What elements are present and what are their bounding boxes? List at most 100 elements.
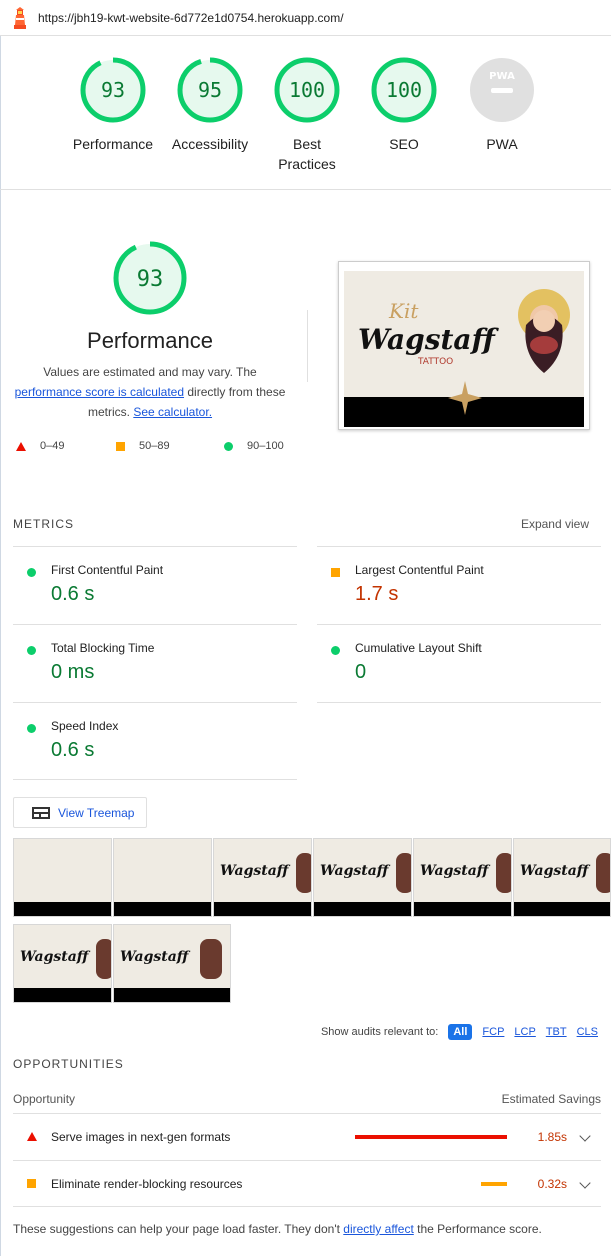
frame-band	[314, 902, 411, 916]
filmstrip-frame: Wagstaff	[213, 838, 312, 917]
gauge-label: SEO	[389, 136, 419, 152]
treemap-label: View Treemap	[58, 805, 135, 820]
performance-ring: 93	[113, 241, 187, 315]
filmstrip-frame	[113, 838, 212, 917]
star-icon	[448, 381, 482, 415]
filmstrip-frame: Wagstaff	[513, 838, 611, 917]
filter-chip-fcp[interactable]: FCP	[482, 1026, 504, 1038]
frame-portrait	[96, 939, 111, 979]
frame-band	[14, 902, 111, 916]
filter-chip-all[interactable]: All	[448, 1024, 473, 1040]
audit-filter: Show audits relevant to: All FCP LCP TBT…	[321, 1024, 598, 1040]
portrait-illustration	[518, 289, 570, 373]
filmstrip-frame: Wagstaff	[413, 838, 512, 917]
circle-icon	[27, 646, 36, 655]
circle-icon	[27, 568, 36, 577]
page-url[interactable]: https://jbh19-kwt-website-6d772e1d0754.h…	[38, 11, 344, 25]
filter-chip-cls[interactable]: CLS	[577, 1026, 598, 1038]
url-bar: https://jbh19-kwt-website-6d772e1d0754.h…	[0, 0, 611, 36]
treemap-icon	[32, 806, 50, 819]
gauge-best-practices[interactable]: 100 Best Practices	[257, 56, 357, 174]
metric-name: Speed Index	[51, 719, 119, 733]
performance-title: Performance	[87, 328, 213, 353]
savings-value: 1.85s	[537, 1130, 567, 1144]
gauge-pwa[interactable]: PWA PWA	[452, 56, 552, 154]
metric-fcp: First Contentful Paint 0.6 s	[13, 546, 297, 624]
frame-band	[14, 988, 111, 1002]
metric-value: 0.6 s	[51, 739, 95, 761]
filmstrip-frame: Wagstaff	[313, 838, 412, 917]
triangle-icon	[27, 1132, 37, 1141]
screenshot-tattoo: TATTOO	[418, 357, 454, 367]
frame-band	[114, 988, 230, 1002]
metric-cls: Cumulative Layout Shift 0	[317, 624, 601, 702]
opportunity-row[interactable]: Serve images in next-gen formats 1.85s	[13, 1113, 601, 1160]
gauge-accessibility[interactable]: 95 Accessibility	[160, 56, 260, 154]
opportunity-name: Eliminate render-blocking resources	[51, 1177, 243, 1191]
filmstrip-frame: Wagstaff	[113, 924, 231, 1003]
chevron-down-icon[interactable]	[579, 1130, 591, 1142]
frame-band	[514, 902, 610, 916]
opportunity-name: Serve images in next-gen formats	[51, 1130, 231, 1144]
legend-label: 90–100	[247, 440, 284, 452]
chevron-down-icon[interactable]	[579, 1177, 591, 1189]
filmstrip-frame	[13, 838, 112, 917]
filter-chip-lcp[interactable]: LCP	[514, 1026, 535, 1038]
opportunities-header: Opportunity Estimated Savings	[13, 1092, 601, 1106]
metric-tbt: Total Blocking Time 0 ms	[13, 624, 297, 702]
frame-logo: Wagstaff	[20, 949, 89, 965]
circle-icon	[331, 646, 340, 655]
expand-view-toggle[interactable]: Expand view	[521, 517, 589, 531]
desc-text: metrics.	[87, 405, 130, 419]
desc-text: Values are estimated and may vary. The	[43, 365, 257, 379]
gauge-performance[interactable]: 93 Performance	[63, 56, 163, 154]
see-calculator-link[interactable]: See calculator.	[133, 405, 212, 419]
filmstrip-frame: Wagstaff	[13, 924, 112, 1003]
gauge-label: PWA	[486, 136, 518, 152]
screenshot-kit: Kit	[389, 299, 419, 323]
opportunities-footnote: These suggestions can help your page loa…	[13, 1222, 542, 1236]
category-gauges: 93 Performance 95 Accessibility 100 Best…	[0, 36, 611, 190]
metrics-heading: METRICS	[13, 517, 74, 531]
gauge-best-practices-ring: 100	[274, 57, 340, 123]
opportunities-heading: OPPORTUNITIES	[13, 1057, 124, 1071]
square-icon	[27, 1179, 36, 1188]
legend-label: 0–49	[40, 440, 65, 452]
performance-score-gauge: 93	[100, 236, 200, 325]
metric-name: Cumulative Layout Shift	[355, 641, 482, 655]
col-estimated-savings: Estimated Savings	[501, 1092, 601, 1106]
savings-value: 0.32s	[537, 1177, 567, 1191]
frame-logo: Wagstaff	[320, 863, 389, 879]
divider	[307, 310, 308, 382]
frame-portrait	[296, 853, 311, 893]
frame-portrait	[396, 853, 411, 893]
frame-portrait	[496, 853, 511, 893]
metric-value: 1.7 s	[355, 583, 399, 605]
view-treemap-button[interactable]: View Treemap	[13, 797, 147, 828]
gauge-seo-ring: 100	[371, 57, 437, 123]
final-screenshot[interactable]: Kit Wagstaff TATTOO	[338, 261, 590, 430]
gauge-seo[interactable]: 100 SEO	[354, 56, 454, 154]
divider	[317, 702, 601, 703]
metric-value: 0	[355, 661, 367, 683]
frame-logo: Wagstaff	[220, 863, 289, 879]
metric-lcp: Largest Contentful Paint 1.7 s	[317, 546, 601, 624]
frame-logo: Wagstaff	[120, 949, 189, 965]
metric-name: First Contentful Paint	[51, 563, 164, 577]
gauge-score: 95	[198, 78, 222, 102]
frame-logo: Wagstaff	[520, 863, 589, 879]
gauge-score: 93	[101, 78, 125, 102]
filter-chip-tbt[interactable]: TBT	[546, 1026, 567, 1038]
legend-average: 50–89	[116, 440, 170, 452]
directly-affect-link[interactable]: directly affect	[343, 1222, 413, 1236]
legend-label: 50–89	[139, 440, 170, 452]
opportunity-row[interactable]: Eliminate render-blocking resources 0.32…	[13, 1160, 601, 1207]
circle-icon	[224, 441, 233, 451]
lighthouse-icon	[14, 6, 26, 29]
metric-value: 0.6 s	[51, 583, 95, 605]
screenshot-wagstaff: Wagstaff	[358, 323, 495, 356]
savings-bar	[355, 1135, 507, 1139]
savings-bar	[481, 1182, 507, 1186]
desc-text: directly from these	[187, 385, 286, 399]
score-calculated-link[interactable]: performance score is calculated	[15, 385, 184, 399]
